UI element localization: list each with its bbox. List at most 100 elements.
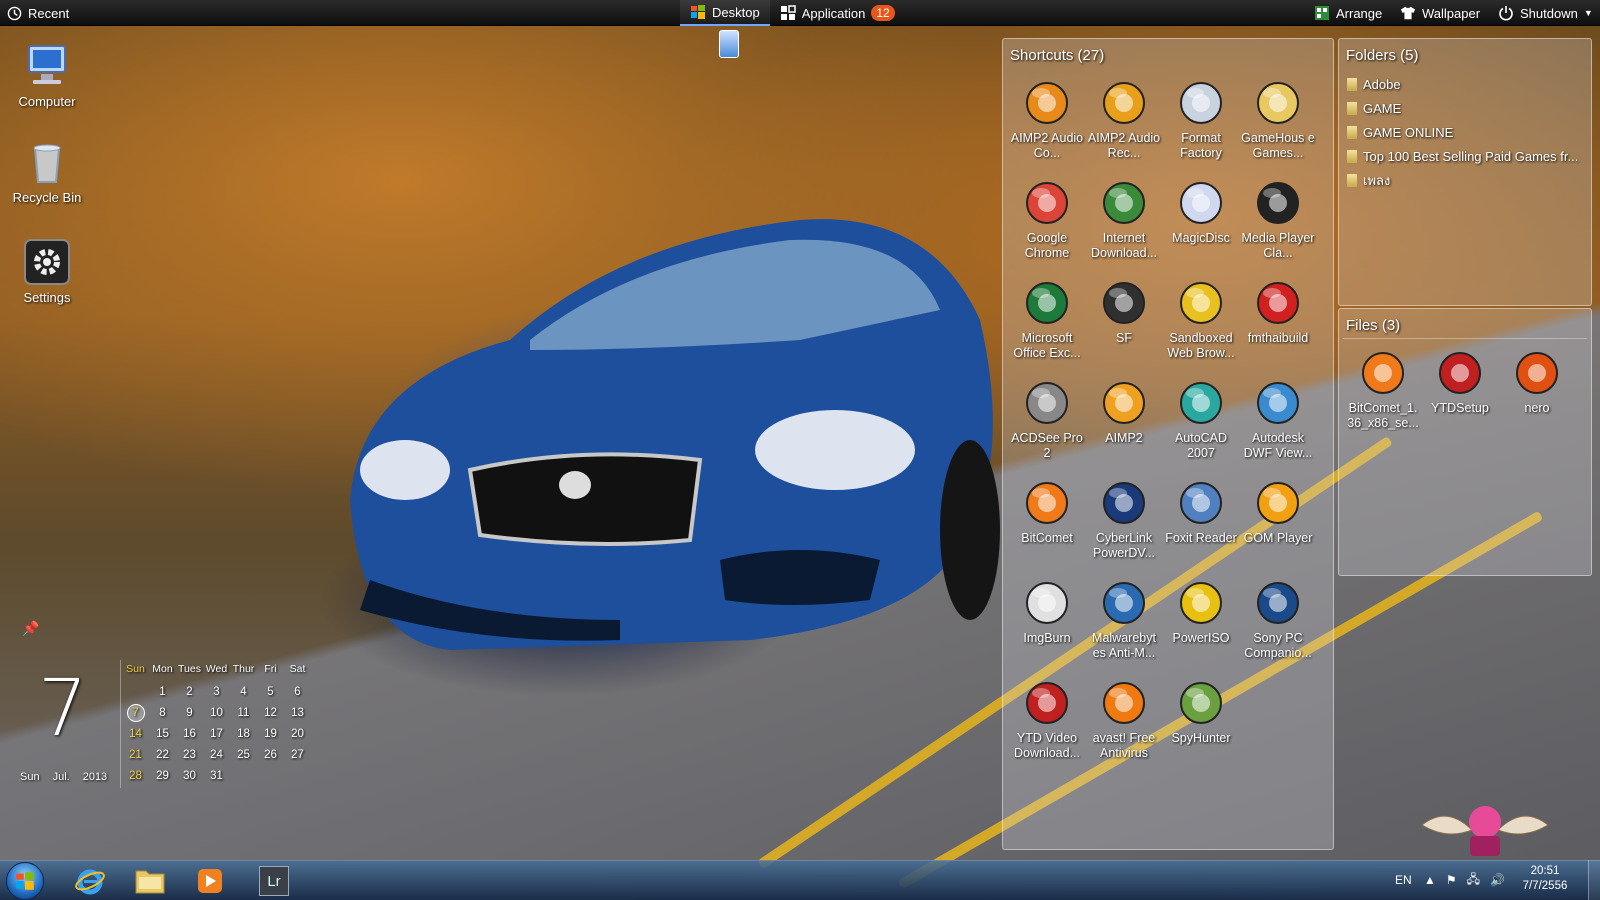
bin-pin-icon[interactable] (719, 30, 739, 58)
shortcut-item[interactable]: fmthaibuild (1240, 279, 1316, 375)
explorer-folder-icon (135, 870, 165, 894)
shortcut-item[interactable]: avast! Free Antivirus (1086, 679, 1162, 775)
shortcut-item[interactable]: Autodesk DWF View... (1240, 379, 1316, 475)
calendar-day[interactable]: 2 (176, 686, 203, 698)
start-button[interactable] (6, 862, 44, 900)
calendar-day[interactable]: 6 (284, 686, 311, 698)
shortcut-item[interactable]: ACDSee Pro 2 (1009, 379, 1085, 475)
tab-application[interactable]: Application 12 (770, 0, 905, 26)
calendar-day[interactable]: 1 (149, 686, 176, 698)
shortcut-label: Media Player Cla... (1241, 231, 1315, 260)
action-center-flag-icon[interactable]: ⚑ (1446, 873, 1457, 887)
desktop-icon-recycle-bin[interactable]: Recycle Bin (7, 138, 87, 205)
arrange-button[interactable]: Arrange (1314, 0, 1382, 26)
shortcut-item[interactable]: AIMP2 Audio Rec... (1086, 79, 1162, 175)
calendar-day[interactable]: 12 (257, 707, 284, 719)
language-indicator[interactable]: EN (1395, 860, 1412, 900)
folder-item[interactable]: Adobe (1339, 72, 1591, 96)
file-item[interactable]: YTDSetup (1422, 349, 1498, 445)
shortcut-item[interactable]: Format Factory (1163, 79, 1239, 175)
file-item[interactable]: BitComet_1. 36_x86_se... (1345, 349, 1421, 445)
shortcut-item[interactable]: CyberLink PowerDV... (1086, 479, 1162, 575)
shortcut-item[interactable]: Google Chrome (1009, 179, 1085, 275)
shortcut-item[interactable]: SpyHunter (1163, 679, 1239, 775)
malwarebytes-icon (1100, 579, 1148, 627)
folder-item[interactable]: GAME ONLINE (1339, 120, 1591, 144)
shortcut-item[interactable]: SF (1086, 279, 1162, 375)
shortcut-item[interactable]: Internet Download... (1086, 179, 1162, 275)
shortcut-item[interactable]: Microsoft Office Exc... (1009, 279, 1085, 375)
volume-icon[interactable]: 🔊 (1490, 873, 1505, 887)
shortcut-item[interactable]: YTD Video Download... (1009, 679, 1085, 775)
shortcut-item[interactable]: Sony PC Companio... (1240, 579, 1316, 675)
tray-expand-icon[interactable]: ▲ (1424, 873, 1436, 887)
taskbar-lightroom[interactable]: Lr (254, 864, 294, 898)
calendar-day[interactable]: 13 (284, 707, 311, 719)
shortcut-item[interactable]: Malwarebyt es Anti-M... (1086, 579, 1162, 675)
taskbar-media-player[interactable] (190, 864, 230, 898)
calendar-day[interactable]: 11 (230, 707, 257, 719)
folders-fence: Folders (5) Adobe GAME GAME ONLINE Top 100 … (1338, 38, 1592, 306)
shortcut-item[interactable]: GOM Player (1240, 479, 1316, 575)
calendar-day[interactable]: 7 (122, 703, 149, 722)
folder-item[interactable]: เพลง (1339, 168, 1591, 192)
folder-item[interactable]: GAME (1339, 96, 1591, 120)
calendar-day[interactable]: 26 (257, 749, 284, 761)
calendar-day[interactable]: 27 (284, 749, 311, 761)
calendar-day[interactable]: 20 (284, 728, 311, 740)
calendar-day[interactable]: 30 (176, 770, 203, 782)
shortcut-item[interactable]: AIMP2 (1086, 379, 1162, 475)
shortcut-item[interactable]: MagicDisc (1163, 179, 1239, 275)
shortcut-item[interactable]: ImgBurn (1009, 579, 1085, 675)
taskbar-clock[interactable]: 20:51 7/7/2556 (1505, 864, 1585, 894)
shortcut-item[interactable]: BitComet (1009, 479, 1085, 575)
clapper-icon (1254, 179, 1302, 227)
desktop-icon-computer[interactable]: Computer (7, 42, 87, 109)
calendar-weekday: Fri (264, 662, 277, 675)
calendar-day[interactable]: 19 (257, 728, 284, 740)
shortcut-item[interactable]: PowerISO (1163, 579, 1239, 675)
calendar-day[interactable]: 8 (149, 707, 176, 719)
pin-icon[interactable]: 📌 (22, 620, 39, 637)
calendar-day-number: 15 (156, 727, 169, 740)
taskbar-explorer[interactable] (130, 864, 170, 898)
calendar-day[interactable]: 18 (230, 728, 257, 740)
network-icon[interactable]: 🖧 (1467, 870, 1480, 891)
calendar-day[interactable]: 14 (122, 728, 149, 740)
shortcut-item[interactable]: GameHous e Games... (1240, 79, 1316, 175)
calendar-day[interactable]: 16 (176, 728, 203, 740)
calendar-day[interactable]: 24 (203, 749, 230, 761)
tab-desktop[interactable]: Desktop (680, 0, 770, 26)
folder-item[interactable]: Top 100 Best Selling Paid Games fr... (1339, 144, 1591, 168)
calendar-day[interactable]: 15 (149, 728, 176, 740)
shortcut-item[interactable]: Media Player Cla... (1240, 179, 1316, 275)
calendar-day[interactable]: 22 (149, 749, 176, 761)
calendar-day[interactable]: 25 (230, 749, 257, 761)
shortcut-item[interactable]: Sandboxed Web Brow... (1163, 279, 1239, 375)
calendar-day[interactable]: 29 (149, 770, 176, 782)
calendar-day[interactable]: 31 (203, 770, 230, 782)
taskbar-internet-explorer[interactable] (70, 864, 110, 898)
calendar-day-number: 17 (210, 727, 223, 740)
calendar-day[interactable]: 23 (176, 749, 203, 761)
recent-button[interactable]: Recent (6, 0, 69, 26)
calendar-day[interactable]: 4 (230, 686, 257, 698)
calendar-day[interactable]: 9 (176, 707, 203, 719)
show-desktop-button[interactable] (1588, 860, 1600, 900)
shortcut-item[interactable]: AIMP2 Audio Co... (1009, 79, 1085, 175)
calendar-day[interactable]: 10 (203, 707, 230, 719)
shortcut-item[interactable]: AutoCAD 2007 (1163, 379, 1239, 475)
file-label: YTDSetup (1431, 401, 1489, 415)
file-item[interactable]: nero (1499, 349, 1575, 445)
calendar-header-row: Sun Mon Tues Wed Thur Fri Sat (122, 660, 316, 681)
calendar-day[interactable]: 28 (122, 770, 149, 782)
desktop-icon-settings[interactable]: Settings (7, 238, 87, 305)
wallpaper-button[interactable]: Wallpaper (1400, 0, 1480, 26)
calendar-day[interactable]: 17 (203, 728, 230, 740)
shutdown-button[interactable]: Shutdown ▼ (1498, 0, 1593, 26)
foxit-icon (1177, 479, 1225, 527)
calendar-day[interactable]: 5 (257, 686, 284, 698)
shortcut-item[interactable]: Foxit Reader (1163, 479, 1239, 575)
calendar-day[interactable]: 21 (122, 749, 149, 761)
calendar-day[interactable]: 3 (203, 686, 230, 698)
